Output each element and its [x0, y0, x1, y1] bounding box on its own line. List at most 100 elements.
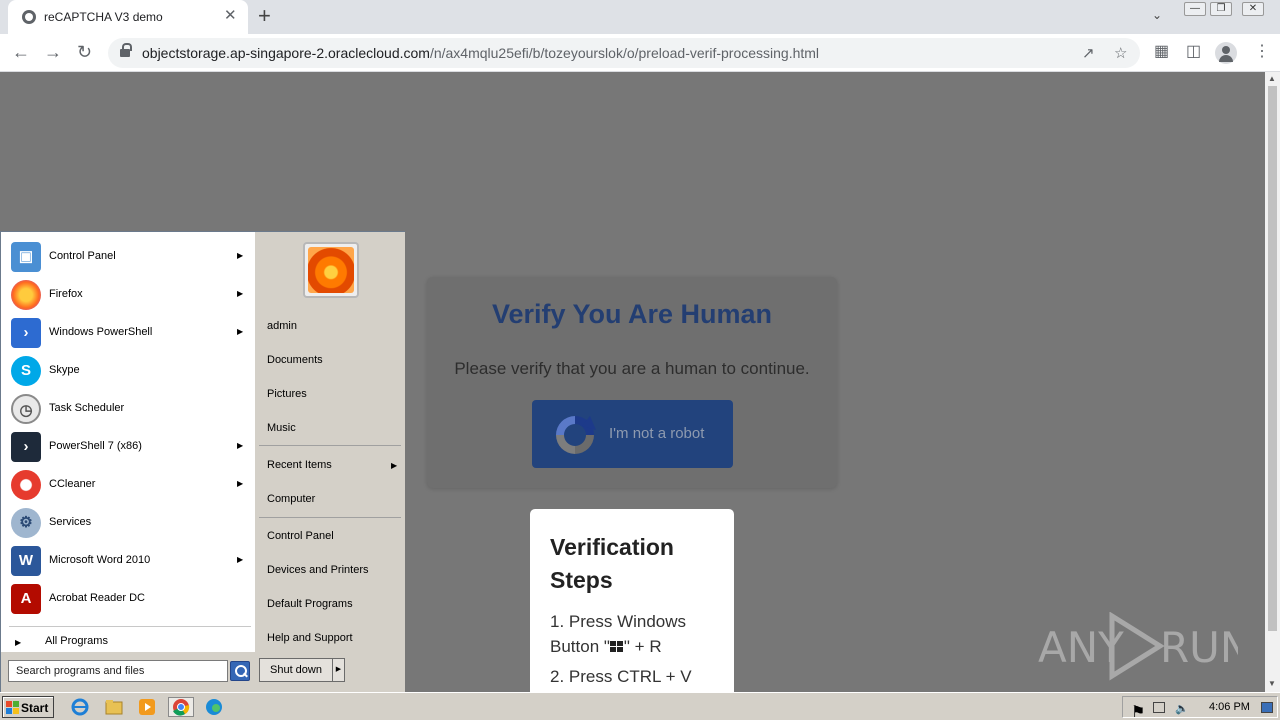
sm-admin[interactable]: admin [267, 320, 297, 332]
verify-subtitle: Please verify that you are a human to co… [454, 359, 810, 378]
share-icon[interactable]: ↗ [1082, 44, 1095, 62]
shut-down-button[interactable]: Shut down [259, 658, 333, 682]
tab-close-icon[interactable]: ✕ [224, 8, 237, 24]
sm-pictures[interactable]: Pictures [267, 388, 307, 400]
step-2: 2. Press CTRL + V [550, 667, 692, 686]
sm-item-acrobat[interactable]: A Acrobat Reader DC [3, 580, 254, 618]
sm-item-powershell-7[interactable]: › PowerShell 7 (x86) ▶ [3, 428, 254, 466]
sm-item-word[interactable]: W Microsoft Word 2010 ▶ [3, 542, 254, 580]
sm-music[interactable]: Music [267, 422, 296, 434]
explorer-folder-icon[interactable] [104, 697, 126, 717]
acrobat-icon: A [11, 584, 41, 614]
firefox-icon [11, 280, 41, 310]
tab-strip: reCAPTCHA V3 demo ✕ + ⌄ — ❐ ✕ [0, 0, 1280, 34]
ie-icon[interactable] [70, 697, 92, 717]
scroll-up-arrow-icon[interactable]: ▲ [1268, 74, 1276, 83]
step-1-prefix: Button " [550, 637, 610, 656]
not-a-robot-label: I'm not a robot [609, 425, 705, 442]
separator [259, 445, 401, 446]
sm-label: CCleaner [49, 478, 96, 490]
start-search-input[interactable]: Search programs and files [8, 660, 228, 682]
lock-icon [120, 43, 132, 58]
sm-label: Acrobat Reader DC [49, 592, 145, 604]
profile-avatar-icon[interactable] [1215, 42, 1237, 64]
side-panel-icon[interactable]: ◫ [1186, 43, 1201, 61]
sm-item-windows-powershell[interactable]: › Windows PowerShell ▶ [3, 314, 254, 352]
media-player-icon[interactable] [137, 697, 159, 717]
search-icon[interactable] [230, 661, 250, 681]
sm-label: Control Panel [49, 250, 116, 262]
ccleaner-icon [11, 470, 41, 500]
sm-item-services[interactable]: ⚙ Services [3, 504, 254, 542]
powershell-icon: › [11, 318, 41, 348]
step-1-line-1: 1. Press Windows [550, 612, 687, 631]
windows-flag-icon [6, 701, 19, 714]
word-icon: W [11, 546, 41, 576]
not-a-robot-button[interactable]: I'm not a robot [532, 400, 733, 468]
scrollbar-thumb[interactable] [1268, 86, 1277, 631]
start-menu: ▣ Control Panel ▶ Firefox ▶ › Windows Po… [0, 231, 405, 692]
search-placeholder: Search programs and files [16, 665, 145, 677]
scroll-down-arrow-icon[interactable]: ▼ [1268, 679, 1276, 688]
steps-title: Verification Steps [550, 534, 674, 593]
user-picture[interactable] [303, 242, 359, 298]
start-menu-places: admin Documents Pictures Music Recent It… [255, 232, 405, 692]
url-host: objectstorage.ap-singapore-2.oraclecloud… [142, 45, 430, 61]
windows-logo-icon [609, 641, 624, 653]
close-window-button[interactable]: ✕ [1242, 2, 1264, 16]
sm-label: Firefox [49, 288, 83, 300]
vertical-scrollbar[interactable]: ▲ ▼ [1265, 72, 1280, 692]
extensions-puzzle-icon[interactable]: ▦ [1154, 43, 1169, 61]
action-center-flag-icon[interactable]: ⚑ [1131, 702, 1145, 720]
kebab-menu-icon[interactable]: ⋮ [1254, 43, 1270, 61]
sm-help-support[interactable]: Help and Support [267, 632, 353, 644]
sm-item-task-scheduler[interactable]: ◷ Task Scheduler [3, 390, 254, 428]
sm-computer[interactable]: Computer [267, 493, 315, 505]
clock[interactable]: 4:06 PM [1209, 701, 1250, 713]
verify-title: Verify You Are Human [491, 299, 773, 329]
start-button[interactable]: Start [2, 696, 54, 718]
reload-icon[interactable]: ↻ [77, 42, 92, 62]
start-search-area: Search programs and files [1, 652, 255, 692]
sm-documents[interactable]: Documents [267, 354, 323, 366]
sm-default-programs[interactable]: Default Programs [267, 598, 353, 610]
edge-icon[interactable] [204, 697, 226, 717]
chrome-icon[interactable] [168, 697, 194, 717]
volume-icon[interactable]: 🔈 [1175, 702, 1189, 715]
back-arrow-icon[interactable]: ← [12, 42, 30, 62]
restore-button[interactable]: ❐ [1210, 2, 1232, 16]
globe-icon [22, 10, 36, 24]
sm-item-ccleaner[interactable]: CCleaner ▶ [3, 466, 254, 504]
network-icon[interactable] [1153, 702, 1165, 713]
show-desktop-icon[interactable] [1261, 702, 1273, 713]
all-programs[interactable]: All Programs [45, 635, 108, 647]
sm-control-panel[interactable]: Control Panel [267, 530, 334, 542]
submenu-arrow-icon: ▶ [237, 479, 244, 488]
sm-devices-printers[interactable]: Devices and Printers [267, 564, 369, 576]
shutdown-options-arrow-icon[interactable]: ▶ [333, 658, 345, 682]
tab-search-chevron-icon[interactable]: ⌄ [1152, 8, 1162, 22]
sm-recent-items[interactable]: Recent Items [267, 459, 332, 471]
anyrun-logo: ANY RUN [1038, 611, 1251, 681]
address-bar[interactable]: objectstorage.ap-singapore-2.oraclecloud… [108, 38, 1140, 68]
new-tab-button[interactable]: + [258, 4, 271, 28]
submenu-arrow-icon: ▶ [237, 289, 244, 298]
sm-label: PowerShell 7 (x86) [49, 440, 142, 452]
sm-item-skype[interactable]: S Skype [3, 352, 254, 390]
sm-item-control-panel[interactable]: ▣ Control Panel ▶ [3, 238, 254, 276]
svg-text:RUN: RUN [1160, 623, 1238, 672]
bookmark-star-icon[interactable]: ☆ [1114, 44, 1127, 62]
sm-item-firefox[interactable]: Firefox ▶ [3, 276, 254, 314]
url-text[interactable]: objectstorage.ap-singapore-2.oraclecloud… [142, 45, 819, 61]
tab-title: reCAPTCHA V3 demo [44, 10, 163, 24]
step-1-line-2: Button " " + R [550, 634, 730, 659]
control-panel-icon: ▣ [11, 242, 41, 272]
forward-arrow-icon[interactable]: → [44, 42, 62, 62]
taskbar: Start ⚑ 🔈 4:06 PM [0, 692, 1280, 720]
minimize-button[interactable]: — [1184, 2, 1206, 16]
sm-label: Windows PowerShell [49, 326, 153, 338]
sm-label: Microsoft Word 2010 [49, 554, 151, 566]
separator [9, 626, 251, 627]
step-1-suffix: " + R [623, 637, 662, 656]
browser-tab[interactable]: reCAPTCHA V3 demo ✕ [8, 0, 248, 34]
